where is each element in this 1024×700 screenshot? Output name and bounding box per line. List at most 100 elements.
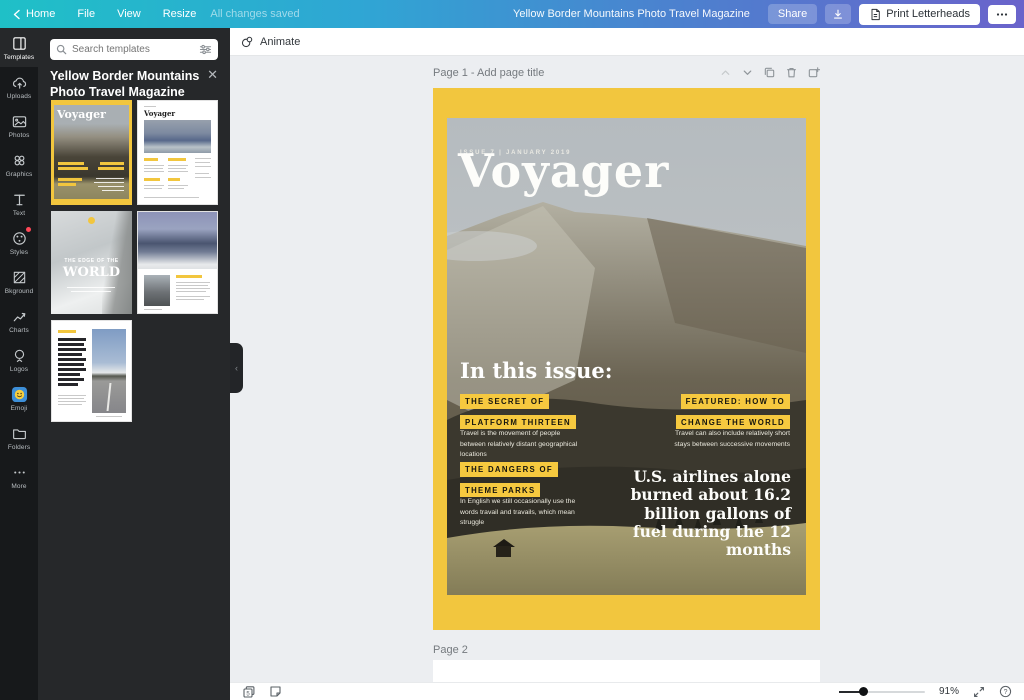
thumb-decor xyxy=(58,378,84,381)
emoji-icon xyxy=(11,386,28,403)
thumb-decor xyxy=(176,288,210,289)
thumb-decor xyxy=(96,178,124,179)
move-page-up-icon[interactable] xyxy=(719,66,732,79)
thumb-decor xyxy=(168,168,186,169)
thumb-decor xyxy=(144,185,164,186)
ellipsis-icon xyxy=(995,9,1009,20)
cover-headline-1[interactable]: THE SECRET OF PLATFORM THIRTEEN xyxy=(460,391,576,432)
thumb-decor xyxy=(58,353,82,356)
thumb-decor xyxy=(168,165,188,166)
thumb-decor xyxy=(168,188,184,189)
thumb-decor xyxy=(58,383,78,386)
thumb-decor xyxy=(176,285,208,286)
cover-masthead[interactable]: Voyager xyxy=(458,144,669,198)
thumb-logo-badge xyxy=(88,217,95,224)
menu-view[interactable]: View xyxy=(117,8,141,20)
thumb-edge-line2: WORLD xyxy=(51,265,132,280)
thumb-decor xyxy=(176,296,210,297)
duplicate-page-icon[interactable] xyxy=(763,66,776,79)
top-bar: Home File View Resize All changes saved … xyxy=(0,0,1024,28)
fullscreen-button[interactable] xyxy=(973,686,985,698)
page2-title-input[interactable]: Page 2 xyxy=(433,644,468,656)
thumb-decor xyxy=(102,190,124,191)
panel-collapse-handle[interactable]: ‹ xyxy=(230,343,243,393)
sidebar-rail: Templates Uploads Photos Graphics Text S… xyxy=(0,28,38,700)
logos-icon xyxy=(11,347,28,364)
cover-body-1[interactable]: Travel is the movement of people between… xyxy=(460,429,586,461)
home-button[interactable]: Home xyxy=(12,8,55,20)
sidebar-item-background[interactable]: Bkground xyxy=(0,262,38,301)
thumb-decor xyxy=(144,178,160,181)
zoom-slider[interactable] xyxy=(839,691,925,693)
sidebar-item-emoji[interactable]: Emoji xyxy=(0,379,38,418)
template-thumb-spread2[interactable] xyxy=(137,211,218,314)
cover-body-2[interactable]: Travel can also include relatively short… xyxy=(658,429,790,450)
thumb-decor xyxy=(176,299,204,300)
animate-button[interactable]: Animate xyxy=(240,35,300,49)
download-button[interactable] xyxy=(825,4,851,24)
panel-title: Yellow Border Mountains Photo Travel Mag… xyxy=(50,68,200,101)
sidebar-item-photos[interactable]: Photos xyxy=(0,106,38,145)
animate-icon xyxy=(240,35,254,49)
notification-dot xyxy=(26,227,31,232)
sidebar-item-text[interactable]: Text xyxy=(0,184,38,223)
sidebar-item-charts[interactable]: Charts xyxy=(0,301,38,340)
template-thumb-cover[interactable]: Voyager xyxy=(51,100,132,205)
document-title[interactable]: Yellow Border Mountains Photo Travel Mag… xyxy=(513,8,750,20)
search-input[interactable] xyxy=(72,44,194,55)
filter-icon[interactable] xyxy=(199,44,212,55)
sidebar-item-uploads[interactable]: Uploads xyxy=(0,67,38,106)
cover-body-3[interactable]: In English we still occasionally use the… xyxy=(460,497,586,529)
menu-resize[interactable]: Resize xyxy=(163,8,197,20)
thumb-spread-photo xyxy=(144,120,211,153)
zoom-level: 91% xyxy=(939,686,959,697)
template-thumb-edge-of-world[interactable]: THE EDGE OF THE WORLD xyxy=(51,211,132,314)
thumb-decor xyxy=(144,188,162,189)
help-button[interactable]: ? xyxy=(999,685,1012,698)
share-button[interactable]: Share xyxy=(768,4,817,24)
sidebar-item-folders[interactable]: Folders xyxy=(0,418,38,457)
cover-section-title[interactable]: In this issue: xyxy=(460,358,613,383)
thumb-decor xyxy=(94,182,124,183)
thumb-decor xyxy=(58,343,84,346)
thumb-decor xyxy=(58,401,86,402)
thumb-decor xyxy=(58,167,88,170)
sidebar-item-styles[interactable]: Styles xyxy=(0,223,38,262)
thumb-decor xyxy=(58,404,82,405)
page1-header: Page 1 - Add page title xyxy=(433,66,820,79)
cover-headline-2[interactable]: FEATURED: HOW TO CHANGE THE WORLD xyxy=(676,391,790,432)
template-thumb-spread1[interactable]: Voyager xyxy=(137,100,218,205)
thumb-edge-line1: THE EDGE OF THE xyxy=(51,258,132,264)
cover-text-layer: ISSUE 7 | JANUARY 2019 Voyager In this i… xyxy=(433,88,820,630)
sidebar-item-logos[interactable]: Logos xyxy=(0,340,38,379)
zoom-slider-handle[interactable] xyxy=(859,687,868,696)
add-page-icon[interactable] xyxy=(807,66,820,79)
grid-view-button[interactable]: 5 xyxy=(242,685,256,699)
cover-pull-quote[interactable]: U.S. airlines alone burned about 16.2 bi… xyxy=(609,468,791,559)
thumb-decor xyxy=(98,186,124,187)
notes-button[interactable] xyxy=(269,685,282,698)
sidebar-item-graphics[interactable]: Graphics xyxy=(0,145,38,184)
cover-headline-3[interactable]: THE DANGERS OF THEME PARKS xyxy=(460,459,558,500)
template-thumb-road-page[interactable] xyxy=(51,320,132,422)
editor-canvas: Animate Page 1 - Add page title xyxy=(230,28,1024,700)
sidebar-item-templates[interactable]: Templates xyxy=(0,28,38,67)
thumb-decor xyxy=(58,395,86,396)
page2-design[interactable] xyxy=(433,660,820,682)
page1-design[interactable]: ISSUE 7 | JANUARY 2019 Voyager In this i… xyxy=(433,88,820,630)
delete-page-icon[interactable] xyxy=(785,66,798,79)
sidebar-item-more[interactable]: More xyxy=(0,457,38,496)
close-icon[interactable]: ✕ xyxy=(207,68,218,101)
print-letterheads-button[interactable]: Print Letterheads xyxy=(859,4,980,25)
more-options-button[interactable] xyxy=(988,5,1016,24)
charts-icon xyxy=(11,308,28,325)
download-icon xyxy=(832,8,844,20)
thumb-decor xyxy=(58,338,86,341)
thumb-decor xyxy=(144,106,156,107)
search-icon xyxy=(56,44,67,55)
thumb-decor xyxy=(176,282,210,283)
menu-file[interactable]: File xyxy=(77,8,95,20)
status-bar: 5 91% ? xyxy=(230,682,1024,700)
move-page-down-icon[interactable] xyxy=(741,66,754,79)
page1-title-input[interactable]: Page 1 - Add page title xyxy=(433,67,544,79)
